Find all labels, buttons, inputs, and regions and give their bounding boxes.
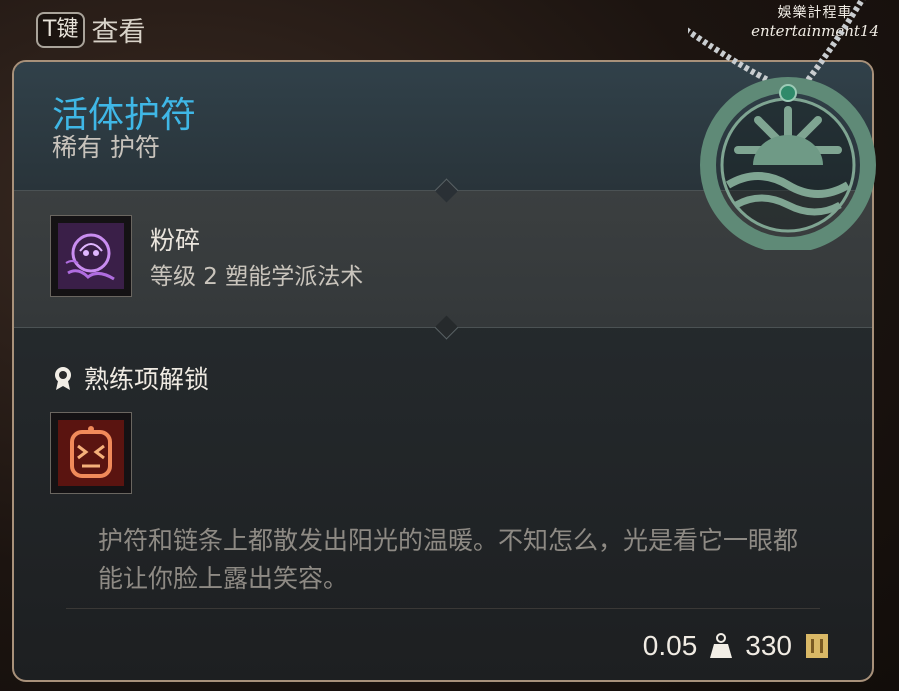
examine-label: 查看	[91, 17, 146, 48]
proficiency-title: 熟练项解锁	[84, 365, 210, 394]
weight-value: 0.05	[642, 630, 698, 661]
examine-hint: T键 查看	[36, 10, 145, 49]
spell-name: 粉碎	[150, 226, 201, 255]
item-stats: 0.05 330	[643, 630, 830, 662]
weight-icon	[710, 633, 733, 658]
proficiency-header: 熟练项解锁	[52, 360, 209, 396]
gold-coin-icon	[806, 634, 828, 658]
gold-value: 330	[745, 630, 792, 661]
amulet-proficiency-icon[interactable]	[50, 412, 132, 494]
amulet-image	[688, 0, 876, 250]
item-rarity-type: 稀有 护符	[52, 133, 160, 162]
section-notch	[434, 315, 459, 340]
flavor-text: 护符和链条上都散发出阳光的温暖。不知怎么，光是看它一眼都能让你脸上露出笑容。	[98, 526, 799, 593]
footer-divider	[66, 608, 820, 609]
t-key-badge: T键	[36, 11, 86, 48]
spell-description: 等级 2 塑能学派法术	[150, 264, 364, 290]
shatter-spell-icon[interactable]	[50, 215, 132, 297]
award-icon	[55, 367, 71, 390]
